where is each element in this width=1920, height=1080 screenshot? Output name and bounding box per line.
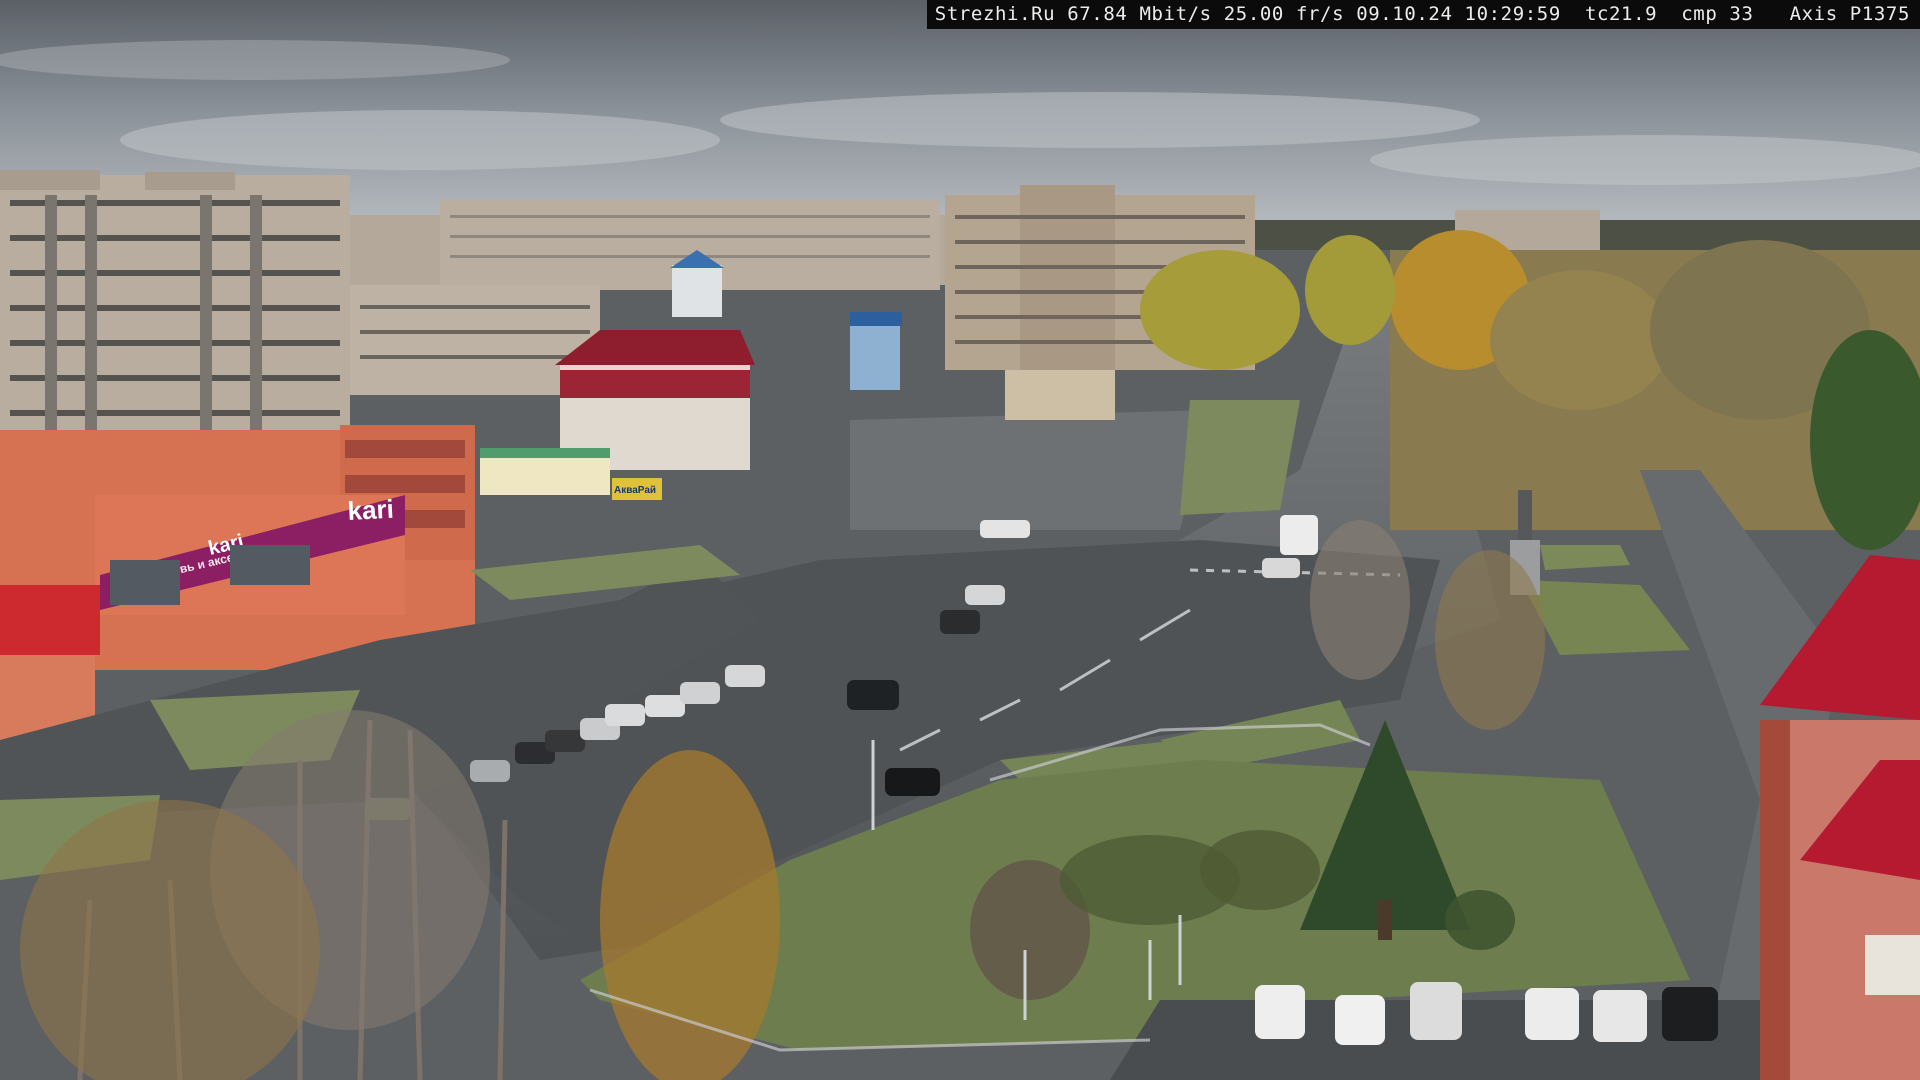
cmp-value: cmp 33 [1681,3,1754,25]
car [545,730,585,752]
car [470,760,510,782]
red-canopy [0,585,100,655]
car [1262,558,1300,578]
tc-value: tc21.9 [1584,3,1658,25]
small-pavilion [1005,370,1115,420]
car [1410,982,1462,1040]
car [1525,988,1579,1040]
camera-model: Axis P1375 [1789,3,1910,25]
car [965,585,1005,605]
framerate: 25.00 fr/s [1223,3,1345,25]
car [1280,515,1318,555]
camera-overlay: Strezhi.Ru 67.84 Mbit/s 25.00 fr/s 09.10… [926,0,1920,29]
store-brand-text: kari [347,494,395,526]
webcam-frame: обувь и аксессуары kari kari АкваРай Str… [0,0,1920,1080]
date: 09.10.24 [1356,3,1453,25]
car [725,665,765,687]
car [980,520,1030,538]
car [680,682,720,704]
bandwidth: 67.84 Mbit/s [1067,3,1212,25]
shop-sign-text: АкваРай [614,485,656,496]
car [940,610,980,634]
car [1593,990,1647,1042]
car [645,695,685,717]
car [1335,995,1385,1045]
central-square [850,410,1210,530]
car [605,704,645,726]
site-name: Strezhi.Ru [934,3,1056,25]
time: 10:29:59 [1464,3,1561,25]
blue-building [850,315,900,390]
blue-roof-tower [672,265,722,317]
car [847,680,899,710]
car [365,798,410,820]
car [1662,987,1718,1041]
car [885,768,940,796]
car [1255,985,1305,1039]
street-scene: обувь и аксессуары kari kari АкваРай [0,0,1920,1080]
